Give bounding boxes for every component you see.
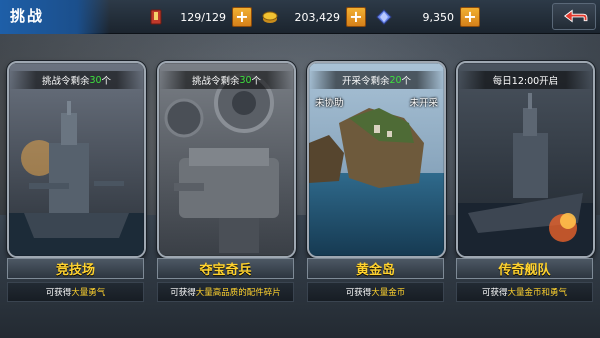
treasure-remaining-count: 30 <box>239 74 252 86</box>
diamond-value: 9,350 <box>422 10 455 24</box>
treasure-raider-reward-desc: 可获得 大量高品质的配件碎片 <box>157 282 294 302</box>
top-bar: 挑战 129/129 + 203,429 + 9,350 + <box>0 0 600 34</box>
gold-island-reward-desc: 可获得 大量金币 <box>307 282 444 302</box>
gold-island-mining-remaining: 开采令剩余 20 个 <box>309 71 444 89</box>
add-gold-button[interactable]: + <box>346 7 366 27</box>
back-button[interactable] <box>552 3 596 30</box>
gold-counter: 203,429 + <box>262 6 366 28</box>
add-stamina-button[interactable]: + <box>232 7 252 27</box>
treasure-challenge-remaining: 挑战令剩余 30 个 <box>159 71 294 89</box>
legendary-fleet-title[interactable]: 传奇舰队 <box>456 258 593 279</box>
legendary-fleet-reward-desc: 可获得 大量金币和勇气 <box>456 282 593 302</box>
gold-coins-icon <box>262 11 278 23</box>
card-arena[interactable]: 挑战令剩余 30 个 <box>7 61 146 258</box>
back-arrow-icon <box>563 9 588 23</box>
card-legendary-fleet[interactable]: 每日12:00开启 <box>456 61 595 258</box>
status-unassisted: 未协助 <box>315 98 344 109</box>
treasure-raider-turret-art <box>159 63 294 256</box>
page-title: 挑战 <box>0 0 110 34</box>
arena-challenge-remaining: 挑战令剩余 30 个 <box>9 71 144 89</box>
treasure-raider-title[interactable]: 夺宝奇兵 <box>157 258 294 279</box>
stamina-value: 129/129 <box>180 10 226 24</box>
add-diamond-button[interactable]: + <box>460 7 480 27</box>
gold-value: 203,429 <box>294 10 341 24</box>
card-gold-island[interactable]: 开采令剩余 20 个 未协助 未开采 <box>307 61 446 258</box>
legendary-fleet-art <box>458 63 593 256</box>
gold-island-art <box>309 63 444 256</box>
stamina-counter: 129/129 + <box>148 6 252 28</box>
arena-remaining-count: 30 <box>89 74 102 86</box>
legendary-fleet-open-time: 每日12:00开启 <box>458 71 593 89</box>
arena-reward-desc: 可获得 大量勇气 <box>7 282 144 302</box>
card-treasure-raider[interactable]: 挑战令剩余 30 个 <box>157 61 296 258</box>
arena-title[interactable]: 竞技场 <box>7 258 144 279</box>
gold-island-title[interactable]: 黄金岛 <box>307 258 444 279</box>
stamina-icon <box>150 9 162 25</box>
status-unmined: 未开采 <box>409 98 438 109</box>
gold-island-remaining-count: 20 <box>389 74 402 86</box>
diamond-icon <box>376 9 392 25</box>
diamond-counter: 9,350 + <box>376 6 480 28</box>
arena-battleship-art <box>9 63 144 256</box>
